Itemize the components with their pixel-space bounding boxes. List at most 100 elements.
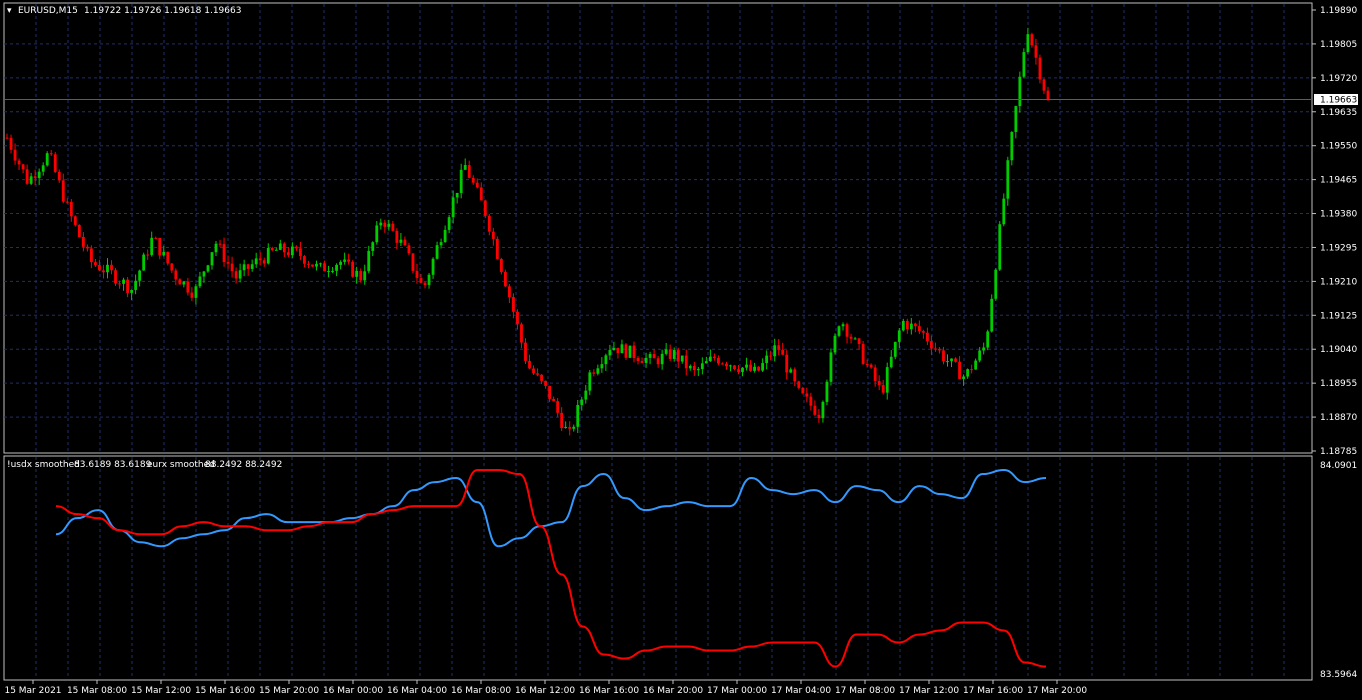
candle-body bbox=[950, 358, 953, 362]
indicator-axis-bottom: 83.5964 bbox=[1320, 670, 1357, 680]
candle-body bbox=[785, 354, 789, 373]
candle-body bbox=[114, 270, 117, 284]
candle-body bbox=[5, 137, 9, 139]
candle-body bbox=[335, 264, 338, 271]
time-axis: 15 Mar 2021 15 Mar 08:00 15 Mar 12:00 15 Ma… bbox=[4, 680, 1087, 696]
candle-body bbox=[45, 153, 49, 166]
candle-body bbox=[660, 353, 664, 365]
candle-body bbox=[978, 350, 982, 361]
candle-body bbox=[769, 355, 773, 357]
time-tick-label: 17 Mar 04:00 bbox=[771, 686, 831, 696]
candle-body bbox=[708, 356, 712, 362]
candle-body bbox=[102, 270, 105, 273]
candle-body bbox=[218, 243, 222, 245]
candle-body bbox=[729, 365, 732, 367]
candle-body bbox=[94, 262, 97, 266]
candle-body bbox=[266, 248, 270, 264]
candle-body bbox=[544, 380, 547, 386]
candle-body bbox=[13, 149, 17, 161]
candle-body bbox=[998, 224, 1002, 270]
candle-body bbox=[733, 365, 736, 370]
current-price-text: 1.19663 bbox=[1320, 96, 1357, 106]
candle-body bbox=[921, 331, 925, 333]
price-tick-label: 1.19805 bbox=[1320, 40, 1357, 50]
candle-body bbox=[560, 412, 564, 429]
candle-body bbox=[339, 261, 343, 265]
candle-body bbox=[1014, 106, 1018, 132]
candle-body bbox=[65, 201, 69, 203]
candle-body bbox=[134, 280, 138, 290]
candle-body bbox=[1026, 34, 1030, 53]
candle-body bbox=[447, 217, 451, 230]
time-tick-label: 16 Mar 20:00 bbox=[643, 686, 703, 696]
candle-body bbox=[53, 154, 57, 172]
candle-body bbox=[966, 369, 970, 377]
candle-body bbox=[331, 270, 334, 272]
candle-body bbox=[483, 200, 487, 216]
indicator-panel[interactable] bbox=[3, 455, 1313, 681]
candle-body bbox=[359, 270, 363, 281]
candle-body bbox=[934, 348, 937, 350]
candle-body bbox=[294, 246, 298, 249]
candle-body bbox=[391, 223, 395, 231]
time-tick-label: 16 Mar 08:00 bbox=[451, 686, 511, 696]
candle-body bbox=[532, 368, 535, 374]
candle-body bbox=[841, 324, 845, 327]
chart-terminal: ▾ EURUSD,M15 1.19722 1.19726 1.19618 1.1… bbox=[3, 2, 1358, 696]
candle-body bbox=[833, 335, 837, 353]
candle-body bbox=[584, 390, 588, 400]
candle-body bbox=[596, 368, 600, 374]
candle-body bbox=[865, 364, 869, 366]
candle-body bbox=[459, 169, 463, 193]
candle-body bbox=[435, 245, 439, 259]
candle-body bbox=[857, 338, 861, 344]
candle-body bbox=[85, 246, 89, 249]
price-tick-label: 1.18870 bbox=[1320, 413, 1357, 423]
candle-body bbox=[270, 248, 274, 251]
candle-body bbox=[905, 320, 909, 330]
candle-body bbox=[990, 298, 994, 332]
candle-body bbox=[917, 326, 921, 332]
candle-body bbox=[190, 292, 194, 298]
time-tick-label: 16 Mar 00:00 bbox=[323, 686, 383, 696]
main-chart-panel[interactable] bbox=[3, 2, 1313, 454]
candle-body bbox=[1010, 131, 1014, 161]
candle-body bbox=[186, 281, 190, 293]
candle-body bbox=[154, 237, 158, 239]
candle-body bbox=[954, 358, 957, 362]
candle-body bbox=[439, 242, 443, 246]
candle-body bbox=[926, 332, 929, 342]
candle-body bbox=[717, 358, 720, 364]
candle-body bbox=[962, 376, 965, 380]
candle-body bbox=[524, 342, 527, 361]
candle-body bbox=[61, 180, 65, 202]
chart-menu-arrow-icon[interactable]: ▾ bbox=[7, 6, 12, 16]
candle-body bbox=[592, 372, 596, 374]
candle-body bbox=[938, 348, 941, 351]
candle-body bbox=[17, 160, 21, 165]
candle-body bbox=[286, 252, 290, 256]
candle-body bbox=[648, 354, 652, 358]
time-tick-label: 15 Mar 12:00 bbox=[131, 686, 191, 696]
candle-body bbox=[202, 271, 206, 277]
price-tick-label: 1.19295 bbox=[1320, 243, 1357, 253]
candle-body bbox=[644, 357, 648, 363]
candle-body bbox=[576, 404, 580, 427]
candle-body bbox=[81, 236, 85, 247]
candle-body bbox=[303, 256, 306, 264]
candle-body bbox=[620, 344, 624, 354]
candle-body bbox=[21, 164, 25, 170]
price-tick-label: 1.18955 bbox=[1320, 379, 1357, 389]
symbol-timeframe-label: EURUSD,M15 bbox=[18, 6, 78, 16]
candle-body bbox=[1022, 52, 1026, 77]
candle-body bbox=[805, 393, 809, 397]
candle-body bbox=[1034, 45, 1038, 58]
candle-body bbox=[1042, 79, 1046, 91]
candle-body bbox=[37, 171, 41, 179]
candle-body bbox=[234, 271, 238, 279]
candle-body bbox=[946, 361, 949, 363]
candle-body bbox=[974, 360, 978, 370]
price-tick-label: 1.19380 bbox=[1320, 210, 1357, 220]
candle-body bbox=[600, 364, 604, 369]
indicator-axis-top: 84.0901 bbox=[1320, 461, 1357, 471]
